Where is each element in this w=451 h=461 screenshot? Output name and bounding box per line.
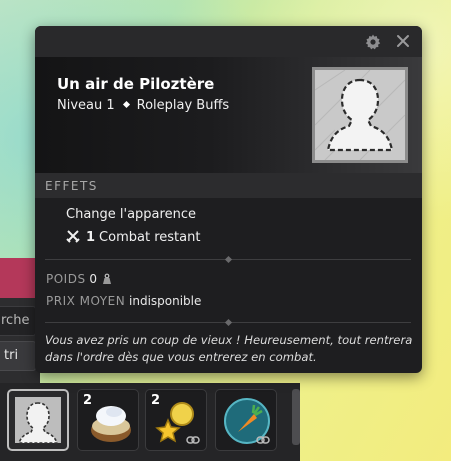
inventory-slot[interactable] (7, 389, 69, 451)
inventory-scrollbar[interactable] (292, 389, 300, 445)
background-panel-accent (0, 258, 40, 298)
item-portrait (312, 67, 408, 163)
effect-line: Change l'apparence (66, 207, 196, 222)
effect-line-combat: 1 Combat restant (66, 229, 200, 245)
weight-icon (103, 273, 112, 284)
silhouette-icon (314, 69, 406, 161)
item-subtitle: Niveau 1 Roleplay Buffs (57, 98, 229, 113)
item-title: Un air de Piloztère (57, 75, 215, 93)
link-icon (256, 436, 270, 444)
gear-icon[interactable] (365, 34, 381, 50)
item-weight: POIDS 0 (46, 272, 113, 286)
inventory-slot[interactable]: 2 (145, 389, 207, 451)
item-average-price: PRIX MOYEN indisponible (46, 294, 202, 308)
inventory-slot[interactable]: 2 (77, 389, 139, 451)
close-icon[interactable] (395, 33, 411, 49)
silhouette-icon (15, 397, 61, 444)
link-icon (186, 436, 200, 444)
crossed-swords-icon (66, 230, 80, 243)
divider (45, 318, 411, 327)
item-tooltip: Un air de Piloztère Niveau 1 Roleplay Buf… (35, 26, 422, 373)
separator-diamond (122, 100, 130, 109)
sort-button[interactable]: tri (0, 341, 36, 371)
divider (45, 255, 411, 264)
item-description: Vous avez pris un coup de vieux ! Heureu… (45, 333, 413, 364)
tooltip-titlebar (35, 26, 422, 57)
item-level: Niveau 1 (57, 98, 115, 113)
effects-section-title: EFFETS (45, 179, 98, 193)
item-category: Roleplay Buffs (136, 98, 230, 113)
inventory-slot[interactable] (215, 389, 277, 451)
search-input[interactable]: rche (0, 306, 36, 336)
